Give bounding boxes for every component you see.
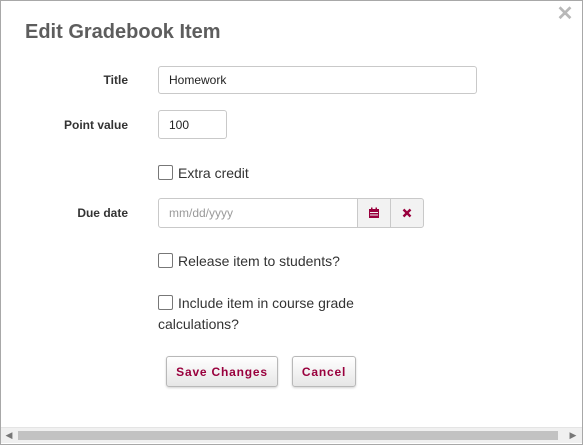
edit-gradebook-dialog: Edit Gradebook Item ✕ Title Point value … xyxy=(0,0,583,445)
release-row: Release item to students? xyxy=(158,251,340,272)
calendar-icon xyxy=(369,207,379,218)
include-row: Include item in course grade calculation… xyxy=(158,293,354,335)
dialog-title: Edit Gradebook Item xyxy=(25,21,221,43)
include-label: Include item in course grade calculation… xyxy=(158,293,354,335)
include-label-line1: Include item in course grade xyxy=(178,295,354,311)
scroll-thumb[interactable] xyxy=(18,431,558,440)
release-checkbox[interactable] xyxy=(158,253,173,268)
extra-credit-label: Extra credit xyxy=(178,165,249,181)
scroll-right-icon[interactable]: ▶ xyxy=(566,428,580,443)
extra-credit-row: Extra credit xyxy=(158,163,249,184)
include-checkbox[interactable] xyxy=(158,295,173,310)
clear-x-icon xyxy=(402,208,412,218)
title-input[interactable] xyxy=(158,66,477,94)
scroll-left-icon[interactable]: ◀ xyxy=(2,428,16,443)
point-value-input[interactable] xyxy=(158,110,227,139)
cancel-button[interactable]: Cancel xyxy=(292,356,356,387)
save-changes-button[interactable]: Save Changes xyxy=(166,356,278,387)
title-label: Title xyxy=(103,73,128,87)
point-value-label: Point value xyxy=(63,118,128,132)
include-label-line2: calculations? xyxy=(158,316,239,332)
close-icon[interactable]: ✕ xyxy=(556,4,574,24)
release-label: Release item to students? xyxy=(178,253,340,269)
due-date-label: Due date xyxy=(77,206,128,220)
horizontal-scrollbar[interactable]: ◀ ▶ xyxy=(1,427,582,443)
clear-date-button[interactable] xyxy=(390,198,424,228)
due-date-input[interactable] xyxy=(158,198,358,228)
extra-credit-checkbox[interactable] xyxy=(158,165,173,180)
calendar-button[interactable] xyxy=(357,198,391,228)
